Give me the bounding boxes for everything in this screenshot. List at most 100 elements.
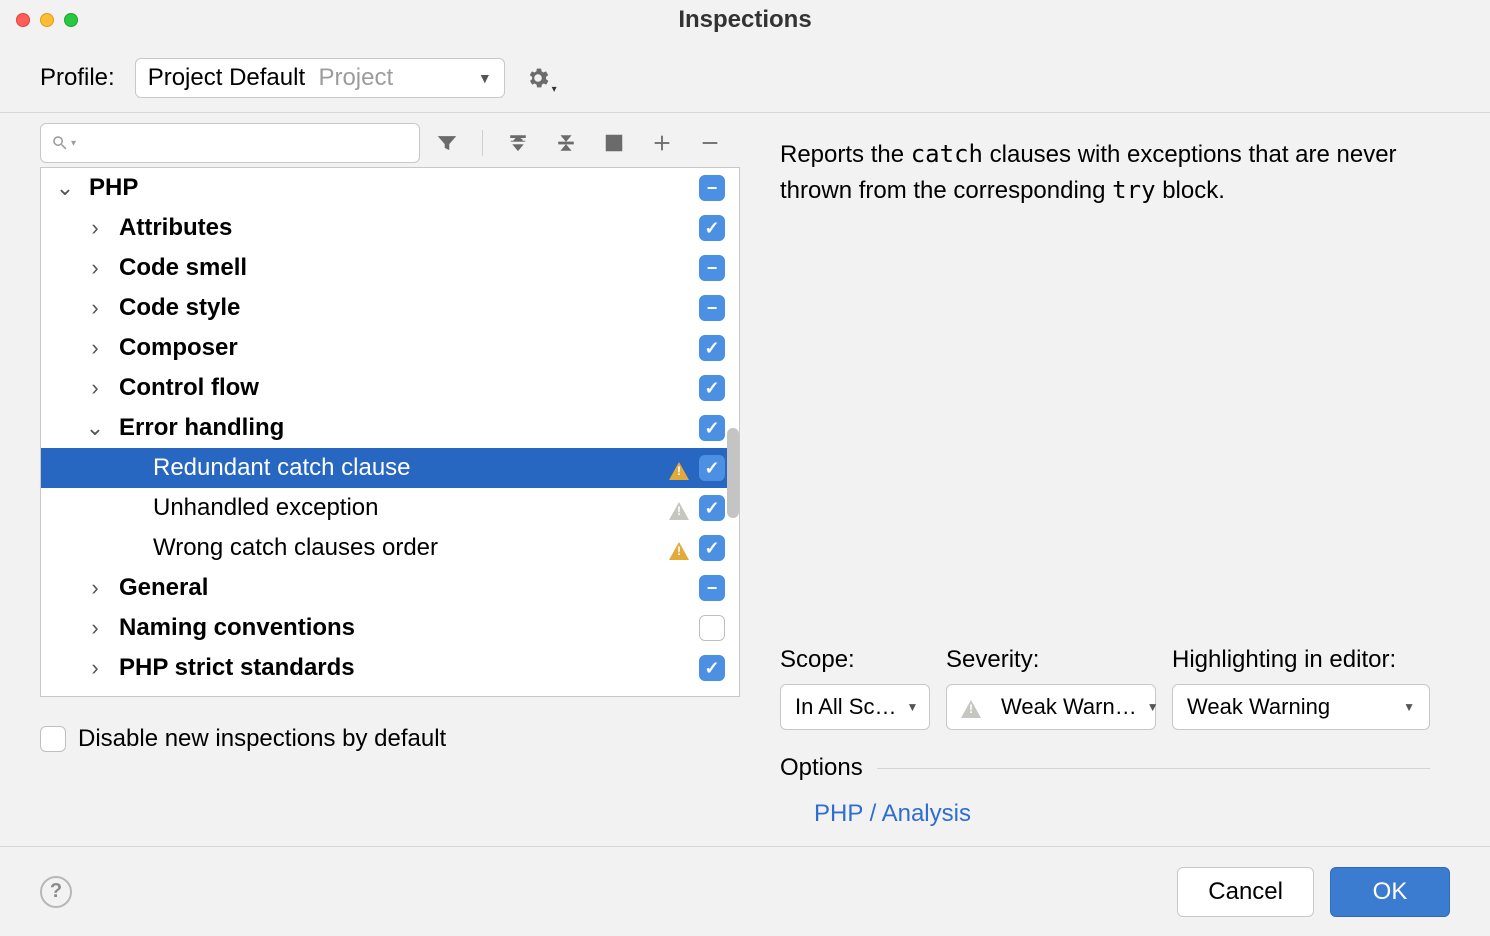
tree-row[interactable]: ⌄PHP− bbox=[41, 168, 739, 208]
chevron-down-icon: ▾ bbox=[552, 84, 557, 95]
options-link[interactable]: PHP / Analysis bbox=[814, 800, 1430, 828]
chevron-right-icon[interactable]: › bbox=[83, 295, 107, 321]
severity-label: Severity: bbox=[946, 646, 1156, 674]
scope-value: In All Sc… bbox=[795, 694, 896, 720]
profile-row: Profile: Project Default Project ▼ ▾ bbox=[0, 40, 1490, 113]
tree-item-label: General bbox=[119, 574, 699, 602]
tree-row[interactable]: › PHP strict standards✓ bbox=[41, 648, 739, 688]
vertical-scrollbar[interactable] bbox=[727, 428, 739, 518]
disable-new-inspections-checkbox[interactable] bbox=[40, 726, 66, 752]
search-toolbar: ▾ bbox=[40, 123, 740, 163]
inspection-checkbox[interactable]: ✓ bbox=[699, 655, 725, 681]
profile-settings-button[interactable]: ▾ bbox=[525, 65, 551, 91]
tree-item-label: Code smell bbox=[119, 254, 699, 282]
chevron-right-icon[interactable]: › bbox=[83, 255, 107, 281]
options-header-row: Options bbox=[780, 754, 1430, 782]
chevron-right-icon[interactable]: › bbox=[83, 375, 107, 401]
chevron-down-icon[interactable]: ⌄ bbox=[53, 175, 77, 201]
tree-item-label: PHP strict standards bbox=[119, 654, 699, 682]
profile-scope: Project bbox=[318, 64, 393, 91]
chevron-right-icon[interactable]: › bbox=[83, 615, 107, 641]
scope-label: Scope: bbox=[780, 646, 930, 674]
inspection-checkbox[interactable]: ✓ bbox=[699, 335, 725, 361]
tree-item-label: Code style bbox=[119, 294, 699, 322]
inspection-checkbox[interactable]: − bbox=[699, 175, 725, 201]
tree-row[interactable]: › Composer✓ bbox=[41, 328, 739, 368]
chevron-right-icon[interactable]: › bbox=[83, 335, 107, 361]
inspection-checkbox[interactable]: ✓ bbox=[699, 375, 725, 401]
gear-icon bbox=[525, 65, 551, 91]
window-controls bbox=[16, 13, 78, 27]
severity-row: Scope: In All Sc… ▼ Severity: ! Weak War… bbox=[780, 606, 1430, 730]
disable-new-inspections-label: Disable new inspections by default bbox=[78, 725, 446, 753]
tree-row[interactable]: Wrong catch clauses order! ✓ bbox=[41, 528, 739, 568]
inspection-checkbox[interactable]: ✓ bbox=[699, 215, 725, 241]
inspection-checkbox[interactable]: ✓ bbox=[699, 455, 725, 481]
desc-text: block. bbox=[1156, 177, 1225, 204]
minus-icon bbox=[699, 132, 721, 154]
profile-dropdown[interactable]: Project Default Project ▼ bbox=[135, 58, 505, 98]
highlighting-dropdown[interactable]: Weak Warning ▼ bbox=[1172, 684, 1430, 730]
collapse-all-icon bbox=[555, 132, 577, 154]
chevron-right-icon[interactable]: › bbox=[83, 215, 107, 241]
tree-row[interactable]: › Control flow✓ bbox=[41, 368, 739, 408]
search-icon bbox=[51, 134, 69, 152]
chevron-down-icon[interactable]: ⌄ bbox=[83, 415, 107, 441]
tree-row[interactable]: ›Naming conventions bbox=[41, 608, 739, 648]
tree-row[interactable]: Unhandled exception!✓ bbox=[41, 488, 739, 528]
warning-icon: ! bbox=[669, 542, 689, 560]
desc-code: catch bbox=[911, 140, 983, 168]
help-button[interactable]: ? bbox=[40, 876, 72, 908]
chevron-down-icon: ▼ bbox=[1403, 700, 1415, 714]
options-header: Options bbox=[780, 754, 863, 782]
tree-row[interactable]: Redundant catch clause!✓ bbox=[41, 448, 739, 488]
search-input[interactable]: ▾ bbox=[40, 123, 420, 163]
tree-row[interactable]: ⌄Error handling✓ bbox=[41, 408, 739, 448]
tree-row[interactable]: › Code style− bbox=[41, 288, 739, 328]
inspection-checkbox[interactable]: − bbox=[699, 575, 725, 601]
severity-dropdown[interactable]: ! Weak Warn… ▼ bbox=[946, 684, 1156, 730]
inspection-checkbox[interactable]: ✓ bbox=[699, 415, 725, 441]
separator bbox=[877, 768, 1430, 769]
inspection-checkbox[interactable]: ✓ bbox=[699, 495, 725, 521]
inspection-checkbox[interactable]: − bbox=[699, 255, 725, 281]
tree-row[interactable]: › Attributes✓ bbox=[41, 208, 739, 248]
remove-button[interactable] bbox=[697, 130, 723, 156]
minimize-window-button[interactable] bbox=[40, 13, 54, 27]
severity-value: Weak Warn… bbox=[1001, 694, 1137, 720]
tree-item-label: Control flow bbox=[119, 374, 699, 402]
tree-row[interactable]: › General− bbox=[41, 568, 739, 608]
scope-dropdown[interactable]: In All Sc… ▼ bbox=[780, 684, 930, 730]
tree-item-label: Wrong catch clauses order bbox=[153, 534, 669, 562]
dialog-body: ▾ bbox=[0, 113, 1490, 846]
tree-row[interactable]: › Code smell− bbox=[41, 248, 739, 288]
expand-all-button[interactable] bbox=[505, 130, 531, 156]
maximize-window-button[interactable] bbox=[64, 13, 78, 27]
tree-item-label: Attributes bbox=[119, 214, 699, 242]
filter-button[interactable] bbox=[434, 130, 460, 156]
window-title: Inspections bbox=[0, 6, 1490, 34]
desc-code: try bbox=[1112, 176, 1155, 204]
inspection-checkbox[interactable]: − bbox=[699, 295, 725, 321]
add-button[interactable] bbox=[649, 130, 675, 156]
highlighting-label: Highlighting in editor: bbox=[1172, 646, 1430, 674]
filter-icon bbox=[436, 132, 458, 154]
desc-text: Reports the bbox=[780, 141, 911, 168]
inspections-window: Inspections Profile: Project Default Pro… bbox=[0, 0, 1490, 936]
inspection-description: Reports the catch clauses with exception… bbox=[780, 137, 1430, 209]
chevron-down-icon: ▼ bbox=[478, 70, 492, 86]
disable-new-inspections-row: Disable new inspections by default bbox=[40, 697, 740, 781]
chevron-right-icon[interactable]: › bbox=[83, 575, 107, 601]
tree-item-label: Composer bbox=[119, 334, 699, 362]
expand-all-icon bbox=[507, 132, 529, 154]
warning-icon: ! bbox=[961, 700, 981, 718]
close-window-button[interactable] bbox=[16, 13, 30, 27]
separator bbox=[482, 130, 483, 156]
collapse-all-button[interactable] bbox=[553, 130, 579, 156]
reset-button[interactable] bbox=[601, 130, 627, 156]
inspection-checkbox[interactable]: ✓ bbox=[699, 535, 725, 561]
inspection-checkbox[interactable] bbox=[699, 615, 725, 641]
chevron-right-icon[interactable]: › bbox=[83, 655, 107, 681]
ok-button[interactable]: OK bbox=[1330, 867, 1450, 917]
cancel-button[interactable]: Cancel bbox=[1177, 867, 1314, 917]
